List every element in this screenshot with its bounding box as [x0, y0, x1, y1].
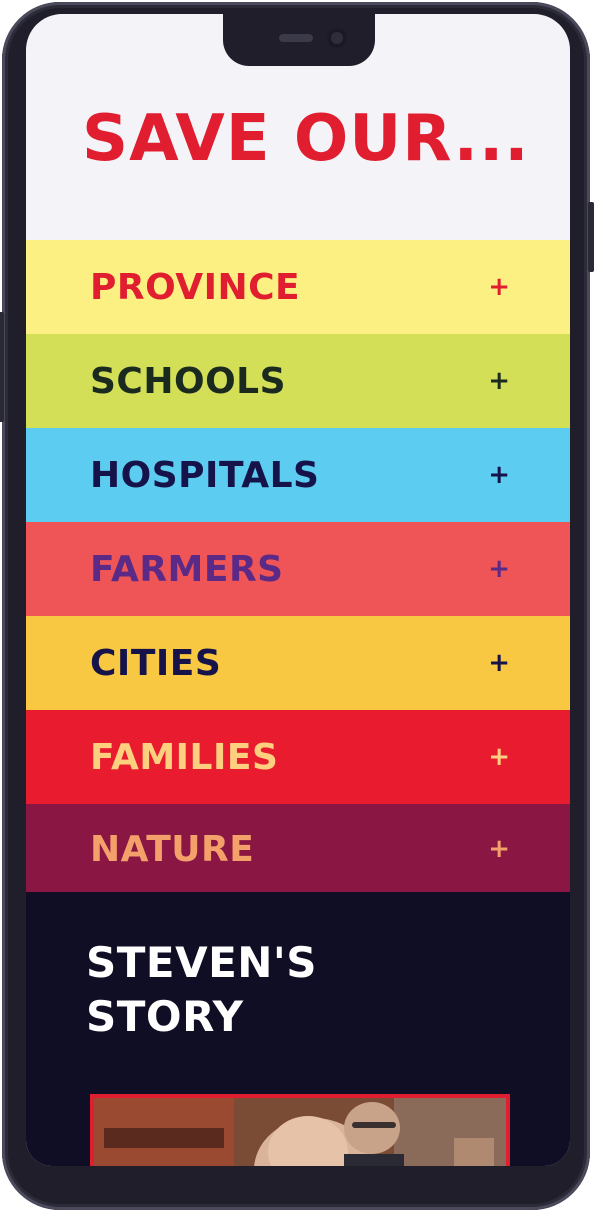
menu-item-label: NATURE	[90, 828, 255, 870]
menu-item-nature[interactable]: NATURE +	[26, 804, 570, 894]
plus-icon[interactable]: +	[488, 554, 510, 584]
notch	[223, 14, 375, 66]
menu-item-cities[interactable]: CITIES +	[26, 616, 570, 710]
menu-item-schools[interactable]: SCHOOLS +	[26, 334, 570, 428]
page-title: SAVE OUR...	[82, 102, 530, 176]
power-button	[588, 202, 594, 272]
plus-icon[interactable]: +	[488, 742, 510, 772]
speaker-icon	[279, 34, 313, 42]
volume-button	[0, 312, 4, 422]
plus-icon[interactable]: +	[488, 366, 510, 396]
menu-item-province[interactable]: PROVINCE +	[26, 240, 570, 334]
camera-icon	[327, 28, 347, 48]
menu-item-label: FAMILIES	[90, 736, 279, 778]
plus-icon[interactable]: +	[488, 272, 510, 302]
story-title-line: STEVEN'S	[86, 938, 318, 987]
plus-icon[interactable]: +	[488, 834, 510, 864]
story-photo-image	[94, 1098, 506, 1166]
story-title-line: STORY	[86, 992, 244, 1041]
menu-item-farmers[interactable]: FARMERS +	[26, 522, 570, 616]
menu-item-label: FARMERS	[90, 548, 284, 590]
menu-item-label: SCHOOLS	[90, 360, 287, 402]
topic-menu: PROVINCE + SCHOOLS + HOSPITALS + FARMERS…	[26, 240, 570, 894]
menu-item-families[interactable]: FAMILIES +	[26, 710, 570, 804]
story-title: STEVEN'S STORY	[86, 936, 386, 1044]
menu-item-label: HOSPITALS	[90, 454, 320, 496]
story-photo[interactable]	[90, 1094, 510, 1166]
phone-frame: SAVE OUR... PROVINCE + SCHOOLS + HOSPITA…	[0, 2, 594, 1210]
menu-item-hospitals[interactable]: HOSPITALS +	[26, 428, 570, 522]
menu-item-label: CITIES	[90, 642, 222, 684]
plus-icon[interactable]: +	[488, 648, 510, 678]
menu-item-label: PROVINCE	[90, 266, 301, 308]
plus-icon[interactable]: +	[488, 460, 510, 490]
story-section: STEVEN'S STORY	[26, 892, 570, 1166]
phone-screen: SAVE OUR... PROVINCE + SCHOOLS + HOSPITA…	[26, 14, 570, 1166]
